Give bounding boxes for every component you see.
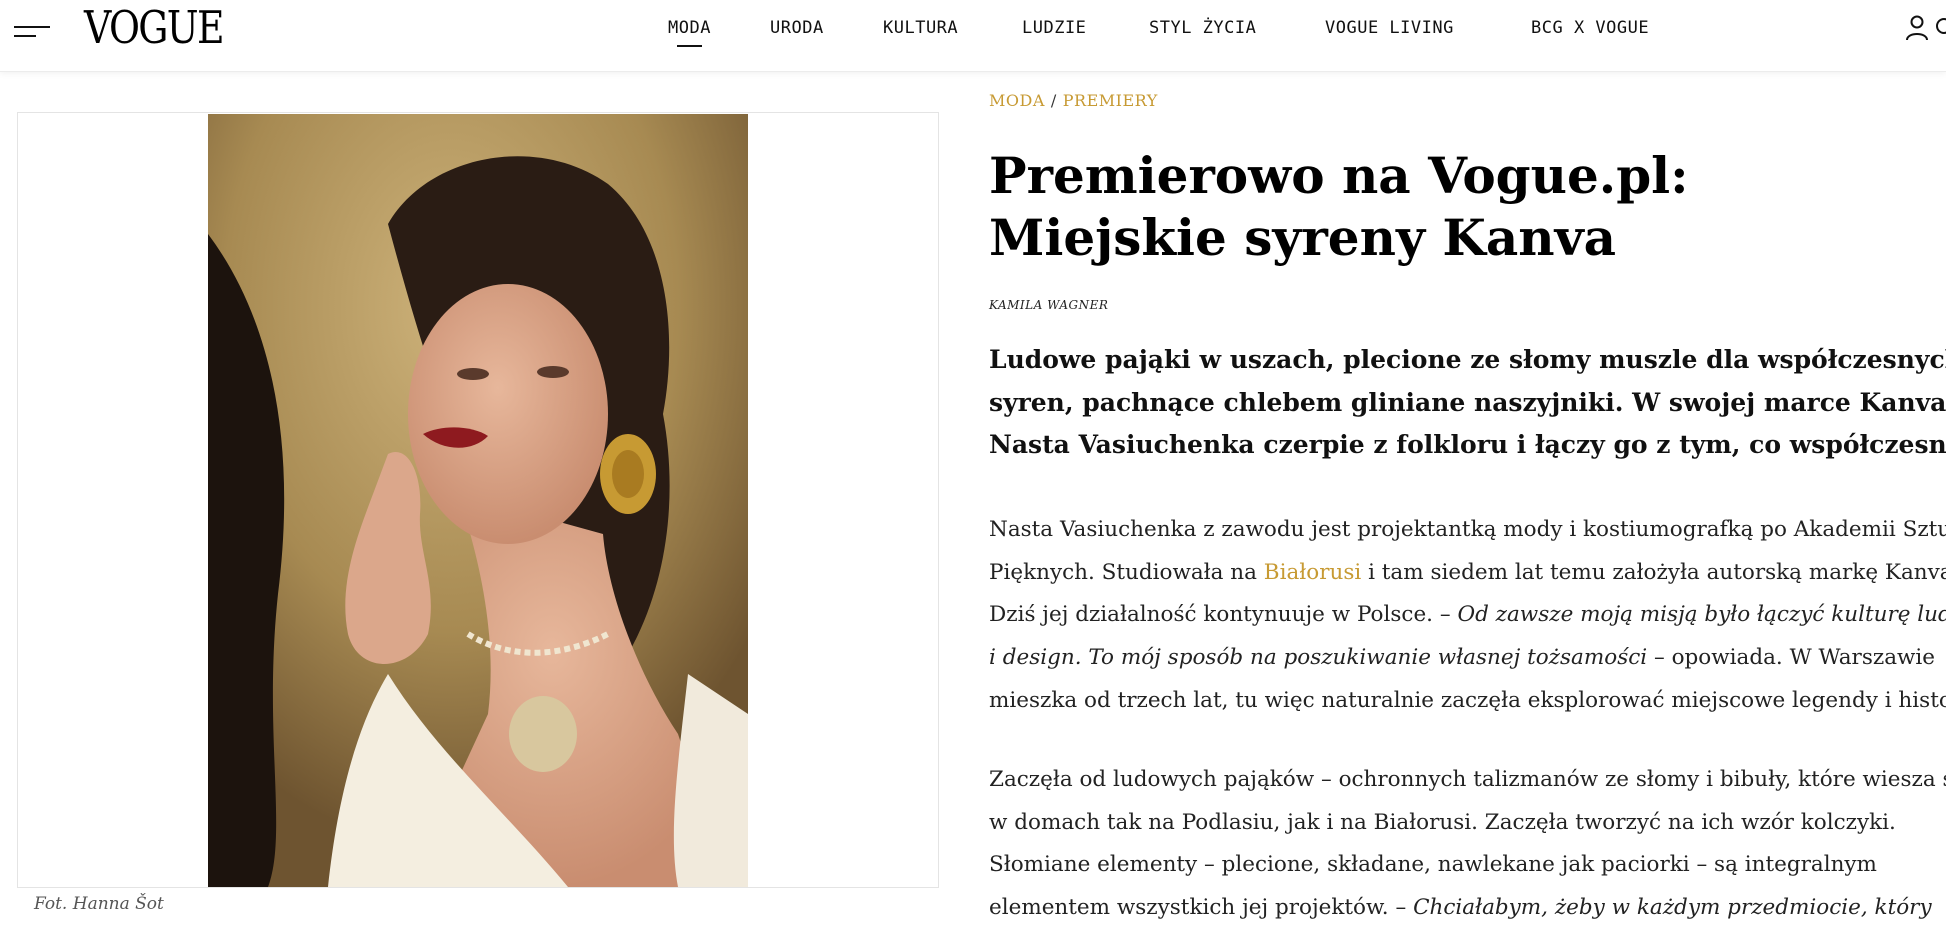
nav-item-moda[interactable]: MODA xyxy=(668,18,711,47)
vogue-logo[interactable]: VOGUE xyxy=(84,4,225,52)
breadcrumb-separator: / xyxy=(1050,91,1057,110)
article-paragraph-1: Nasta Vasiuchenka z zawodu jest projekta… xyxy=(989,509,1946,722)
article-photo xyxy=(208,114,748,887)
text-span: Pięknych. Studiowała na xyxy=(989,559,1264,585)
paragraph-line: w domach tak na Podlasiu, jak i na Biało… xyxy=(989,809,1896,835)
paragraph-line: i design. To mój sposób na poszukiwanie … xyxy=(989,637,1946,680)
title-line: Miejskie syreny Kanva xyxy=(989,208,1617,267)
quote-span: Chciałabym, żeby w każdym przedmiocie, k… xyxy=(1413,895,1932,921)
paragraph-line: Zaczęła od ludowych pająków – ochronnych… xyxy=(989,767,1946,792)
lead-line: syren, pachnące chlebem gliniane naszyjn… xyxy=(989,387,1946,417)
text-span: Dziś jej działalność kontynuuje w Polsce… xyxy=(989,602,1458,628)
nav-item-styl-zycia[interactable]: STYL ŻYCIA xyxy=(1149,18,1256,40)
article-lead: Ludowe pająki w uszach, plecione ze słom… xyxy=(989,339,1946,467)
site-header: VOGUE MODA URODA KULTURA LUDZIE STYL ŻYC… xyxy=(0,0,1946,72)
nav-item-vogue-living[interactable]: VOGUE LIVING xyxy=(1325,18,1454,40)
paragraph-line: Słomiane elementy – plecione, składane, … xyxy=(989,852,1877,878)
nav-item-bcg-x-vogue[interactable]: BCG X VOGUE xyxy=(1531,18,1649,40)
author-name[interactable]: KAMILA WAGNER xyxy=(989,298,1108,312)
paragraph-line: Pięknych. Studiowała na Białorusi i tam … xyxy=(989,552,1946,595)
link-bialorus[interactable]: Białorusi xyxy=(1264,560,1361,585)
nav-item-uroda[interactable]: URODA xyxy=(770,18,824,40)
paragraph-line: Dziś jej działalność kontynuuje w Polsce… xyxy=(989,594,1946,637)
paragraph-line: Nasta Vasiuchenka z zawodu jest projekta… xyxy=(989,517,1946,542)
text-span: i tam siedem lat temu założyła autorską … xyxy=(1361,559,1946,585)
nav-item-ludzie[interactable]: LUDZIE xyxy=(1022,18,1086,40)
search-icon[interactable] xyxy=(1934,14,1946,42)
text-span: – opowiada. W Warszawie xyxy=(1647,645,1936,671)
breadcrumb-subsection[interactable]: PREMIERY xyxy=(1063,91,1158,110)
breadcrumb: MODA / PREMIERY xyxy=(989,91,1158,110)
article-figure xyxy=(17,112,939,888)
lead-line: Nasta Vasiuchenka czerpie z folkloru i ł… xyxy=(989,430,1946,459)
title-line: Premierowo na Vogue.pl: xyxy=(989,146,1689,205)
breadcrumb-section[interactable]: MODA xyxy=(989,91,1045,110)
text-span: elementem wszystkich jej projektów. – xyxy=(989,895,1414,921)
paragraph-line: elementem wszystkich jej projektów. – Ch… xyxy=(989,887,1946,930)
quote-span: i design. To mój sposób na poszukiwanie … xyxy=(989,645,1648,671)
photo-caption: Fot. Hanna Šot xyxy=(34,894,164,914)
article-paragraph-2: Zaczęła od ludowych pająków – ochronnych… xyxy=(989,759,1946,930)
paragraph-line: mieszka od trzech lat, tu więc naturalni… xyxy=(989,687,1946,713)
nav-item-kultura[interactable]: KULTURA xyxy=(883,18,958,40)
hamburger-menu-icon[interactable] xyxy=(14,26,50,40)
article-title: Premierowo na Vogue.pl: Miejskie syreny … xyxy=(989,145,1909,269)
user-icon[interactable] xyxy=(1905,14,1929,42)
lead-line: Ludowe pająki w uszach, plecione ze słom… xyxy=(989,345,1946,374)
quote-span: Od zawsze moją misją było łączyć kulturę… xyxy=(1457,602,1946,628)
